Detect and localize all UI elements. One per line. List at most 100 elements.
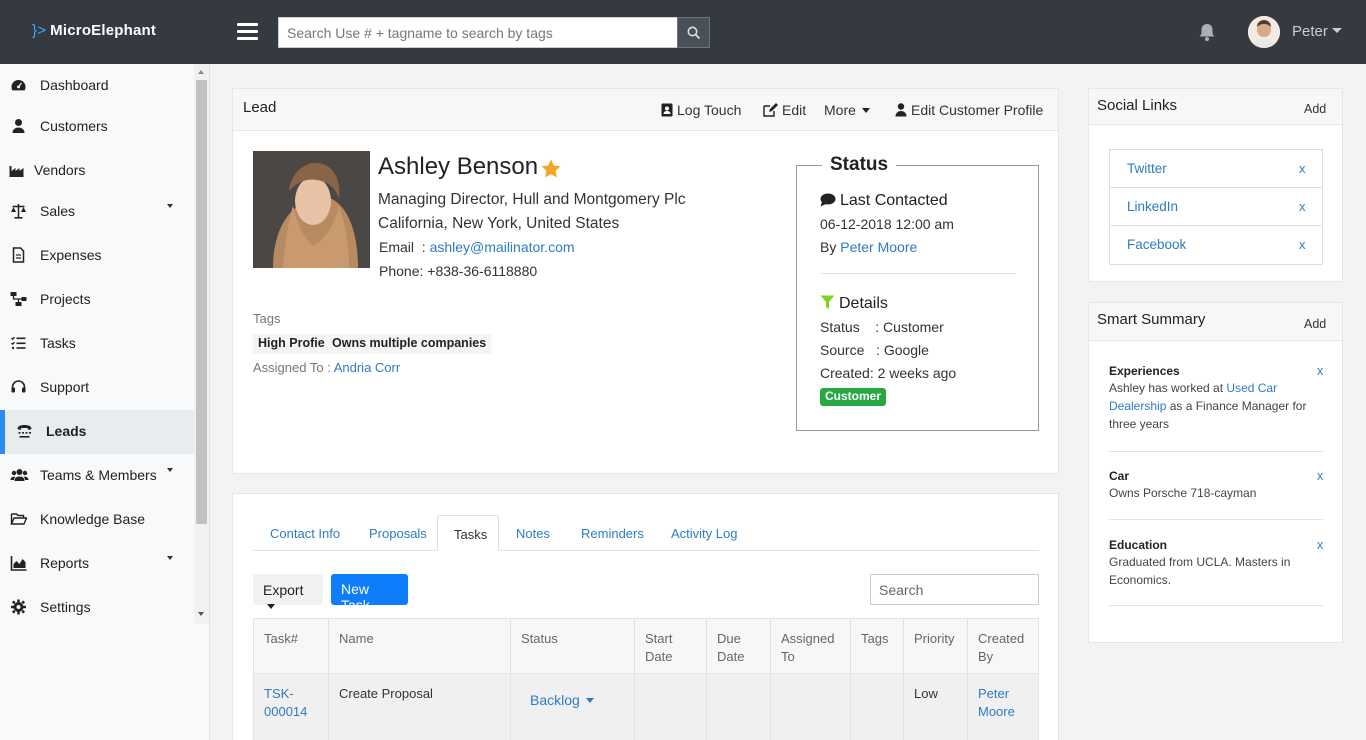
edit-icon xyxy=(763,103,778,117)
table-cell-start-date xyxy=(635,674,707,740)
edit-button[interactable]: Edit xyxy=(763,102,806,118)
global-search-input[interactable] xyxy=(278,17,678,48)
assigned-label: Assigned To : xyxy=(253,360,331,375)
remove-summary-button[interactable]: x xyxy=(1317,364,1323,378)
column-header-due-date[interactable]: Due Date xyxy=(707,618,771,674)
chevron-down-icon xyxy=(167,204,173,208)
user-avatar[interactable] xyxy=(1248,16,1280,48)
sidebar-item-projects[interactable]: Projects xyxy=(0,278,194,322)
column-header-start-date[interactable]: Start Date xyxy=(635,618,707,674)
lead-phone-row: Phone: +838-36-6118880 xyxy=(379,263,538,279)
list-item: Twitter x xyxy=(1110,150,1322,188)
contacted-by-link[interactable]: Peter Moore xyxy=(840,239,917,255)
remove-summary-button[interactable]: x xyxy=(1317,469,1323,483)
sidebar-item-sales[interactable]: Sales xyxy=(0,190,194,234)
lead-photo xyxy=(253,151,370,268)
edit-customer-profile-button[interactable]: Edit Customer Profile xyxy=(895,102,1043,118)
sidebar-item-vendors[interactable]: Vendors xyxy=(0,149,194,193)
sidebar-item-tasks[interactable]: Tasks xyxy=(0,322,194,366)
sidebar-item-settings[interactable]: Settings xyxy=(0,586,194,630)
sidebar-item-support[interactable]: Support xyxy=(0,366,194,410)
app-logo[interactable]: }> MicroElephant xyxy=(32,22,156,39)
column-header-priority[interactable]: Priority xyxy=(904,618,968,674)
sidebar-item-label: Knowledge Base xyxy=(40,511,146,527)
star-icon[interactable] xyxy=(541,159,561,178)
more-dropdown[interactable]: More xyxy=(824,102,870,118)
search-button[interactable] xyxy=(677,17,710,48)
column-header-assigned-to[interactable]: Assigned To xyxy=(771,618,851,674)
lead-phone: +838-36-6118880 xyxy=(427,263,538,279)
tab-notes[interactable]: Notes xyxy=(516,515,550,551)
file-icon xyxy=(12,247,25,263)
remove-social-link-button[interactable]: x xyxy=(1299,161,1306,176)
tab-proposals[interactable]: Proposals xyxy=(369,515,427,551)
summary-text: Graduated from UCLA. Masters in Economic… xyxy=(1109,555,1291,587)
tab-reminders[interactable]: Reminders xyxy=(581,515,644,551)
smart-summary-card: Smart Summary Add Experiences Ashley has… xyxy=(1088,302,1343,643)
scroll-down-arrow-icon[interactable] xyxy=(198,612,204,616)
detail-created-row: Created: 2 weeks ago xyxy=(820,365,957,381)
tag-badge[interactable]: High Profie xyxy=(253,334,330,354)
task-status-dropdown[interactable]: Backlog xyxy=(530,692,594,708)
phone-label: Phone xyxy=(379,263,420,279)
add-summary-button[interactable]: Add xyxy=(1304,317,1326,331)
social-link-facebook[interactable]: Facebook xyxy=(1127,237,1186,252)
sidebar-scrollbar[interactable] xyxy=(194,64,209,624)
user-icon xyxy=(12,119,25,133)
hamburger-menu-icon[interactable] xyxy=(237,23,258,41)
lead-job-title: Managing Director, Hull and Montgomery P… xyxy=(378,191,686,208)
column-header-task[interactable]: Task# xyxy=(253,618,329,674)
summary-item-experiences: Experiences Ashley has worked at Used Ca… xyxy=(1109,364,1323,452)
scrollbar-thumb[interactable] xyxy=(196,80,207,524)
export-label: Export xyxy=(263,582,304,598)
notification-bell-icon[interactable] xyxy=(1197,22,1217,42)
tasks-icon xyxy=(11,336,26,350)
export-dropdown[interactable]: Export xyxy=(253,574,323,609)
tab-tasks[interactable]: Tasks xyxy=(437,515,499,551)
log-touch-button[interactable]: Log Touch xyxy=(661,102,741,118)
sidebar-item-expenses[interactable]: Expenses xyxy=(0,234,194,278)
tag-badge[interactable]: Owns multiple companies xyxy=(327,334,492,354)
task-search-input[interactable] xyxy=(870,574,1039,605)
column-header-name[interactable]: Name xyxy=(329,618,511,674)
sidebar-item-teams-members[interactable]: Teams & Members xyxy=(0,454,194,498)
dashboard-icon xyxy=(11,80,26,91)
user-name: Peter xyxy=(1292,23,1328,40)
user-menu[interactable]: Peter xyxy=(1292,23,1342,40)
details-heading: Details xyxy=(820,295,888,313)
column-header-tags[interactable]: Tags xyxy=(851,618,904,674)
sidebar-item-customers[interactable]: Customers xyxy=(0,105,194,149)
sidebar-item-label: Projects xyxy=(40,291,91,307)
column-header-status[interactable]: Status xyxy=(511,618,635,674)
last-contacted-date: 06-12-2018 12:00 am xyxy=(820,216,954,232)
sidebar-item-reports[interactable]: Reports xyxy=(0,542,194,586)
table-cell-task: TSK-000014 xyxy=(253,674,329,740)
lead-name: Ashley Benson xyxy=(378,153,539,180)
remove-social-link-button[interactable]: x xyxy=(1299,237,1306,252)
new-task-button[interactable]: New Task xyxy=(331,574,408,613)
tab-activity-log[interactable]: Activity Log xyxy=(671,515,737,551)
chevron-down-icon xyxy=(167,556,173,560)
lead-location: California, New York, United States xyxy=(378,215,620,232)
task-id-link[interactable]: TSK-000014 xyxy=(264,686,307,719)
lead-email-link[interactable]: ashley@mailinator.com xyxy=(430,239,575,255)
add-social-link-button[interactable]: Add xyxy=(1304,102,1326,116)
social-link-twitter[interactable]: Twitter xyxy=(1127,161,1167,176)
sidebar-item-dashboard[interactable]: Dashboard xyxy=(0,64,194,108)
scroll-up-arrow-icon[interactable] xyxy=(198,70,204,74)
remove-summary-button[interactable]: x xyxy=(1317,538,1323,552)
top-navbar: }>MicroElephant Peter xyxy=(0,0,1366,64)
assigned-to-link[interactable]: Andria Corr xyxy=(334,360,400,375)
detail-value: Google xyxy=(883,342,929,358)
social-link-linkedin[interactable]: LinkedIn xyxy=(1127,199,1178,214)
remove-social-link-button[interactable]: x xyxy=(1299,199,1306,214)
industry-icon xyxy=(9,166,24,177)
column-header-created-by[interactable]: Created By xyxy=(968,618,1039,674)
sidebar-item-knowledge-base[interactable]: Knowledge Base xyxy=(0,498,194,542)
sidebar-item-leads[interactable]: Leads xyxy=(0,410,194,454)
detail-value: Customer xyxy=(883,319,944,335)
logo-mark-icon: }> xyxy=(32,22,47,39)
created-by-link[interactable]: Peter Moore xyxy=(978,686,1015,719)
tab-contact-info[interactable]: Contact Info xyxy=(270,515,340,551)
chevron-down-icon xyxy=(267,604,275,609)
